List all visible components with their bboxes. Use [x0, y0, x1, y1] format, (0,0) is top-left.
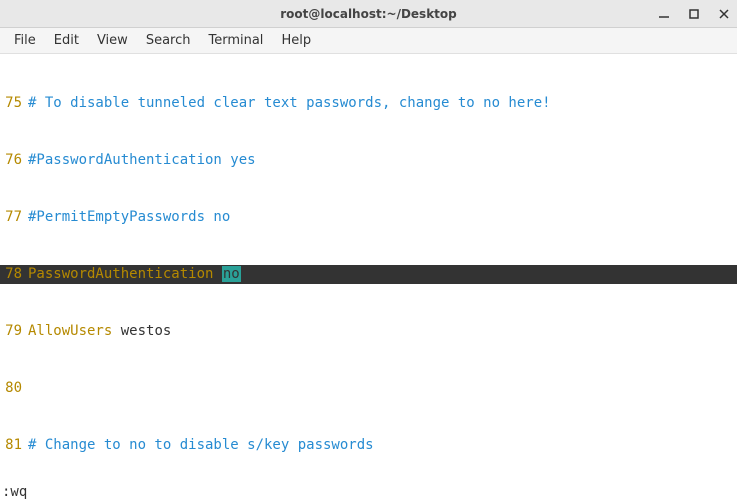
line-text: #PermitEmptyPasswords no — [28, 208, 737, 227]
maximize-icon — [689, 9, 699, 19]
gutter-number: 77 — [0, 208, 28, 227]
menu-search[interactable]: Search — [138, 30, 199, 51]
line-76: 76#PasswordAuthentication yes — [0, 151, 737, 170]
config-value: no — [222, 266, 241, 282]
line-80: 80 — [0, 379, 737, 398]
close-icon — [719, 9, 729, 19]
line-text: PasswordAuthentication no — [28, 265, 737, 284]
line-79: 79AllowUsers westos — [0, 322, 737, 341]
config-value: westos — [121, 323, 172, 339]
close-button[interactable] — [715, 5, 733, 23]
line-text: # To disable tunneled clear text passwor… — [28, 94, 737, 113]
maximize-button[interactable] — [685, 5, 703, 23]
gutter-number: 78 — [0, 265, 28, 284]
window-title: root@localhost:~/Desktop — [0, 7, 737, 21]
gutter-number: 76 — [0, 151, 28, 170]
window-titlebar: root@localhost:~/Desktop — [0, 0, 737, 28]
gutter-number: 79 — [0, 322, 28, 341]
line-75: 75# To disable tunneled clear text passw… — [0, 94, 737, 113]
vim-command-line[interactable]: :wq — [0, 484, 737, 503]
config-key: PasswordAuthentication — [28, 266, 213, 282]
gutter-number: 80 — [0, 379, 28, 398]
editor-area[interactable]: 75# To disable tunneled clear text passw… — [0, 54, 737, 484]
menu-help[interactable]: Help — [273, 30, 319, 51]
menu-edit[interactable]: Edit — [46, 30, 87, 51]
line-text: AllowUsers westos — [28, 322, 737, 341]
line-78-current: 78PasswordAuthentication no — [0, 265, 737, 284]
config-key: AllowUsers — [28, 323, 112, 339]
window-controls — [655, 5, 733, 23]
line-77: 77#PermitEmptyPasswords no — [0, 208, 737, 227]
line-81: 81# Change to no to disable s/key passwo… — [0, 436, 737, 455]
minimize-button[interactable] — [655, 5, 673, 23]
menu-view[interactable]: View — [89, 30, 136, 51]
minimize-icon — [659, 9, 669, 19]
gutter-number: 81 — [0, 436, 28, 455]
line-text — [28, 379, 737, 398]
gutter-number: 75 — [0, 94, 28, 113]
line-text: # Change to no to disable s/key password… — [28, 436, 737, 455]
menubar: File Edit View Search Terminal Help — [0, 28, 737, 54]
line-text: #PasswordAuthentication yes — [28, 151, 737, 170]
menu-terminal[interactable]: Terminal — [200, 30, 271, 51]
menu-file[interactable]: File — [6, 30, 44, 51]
